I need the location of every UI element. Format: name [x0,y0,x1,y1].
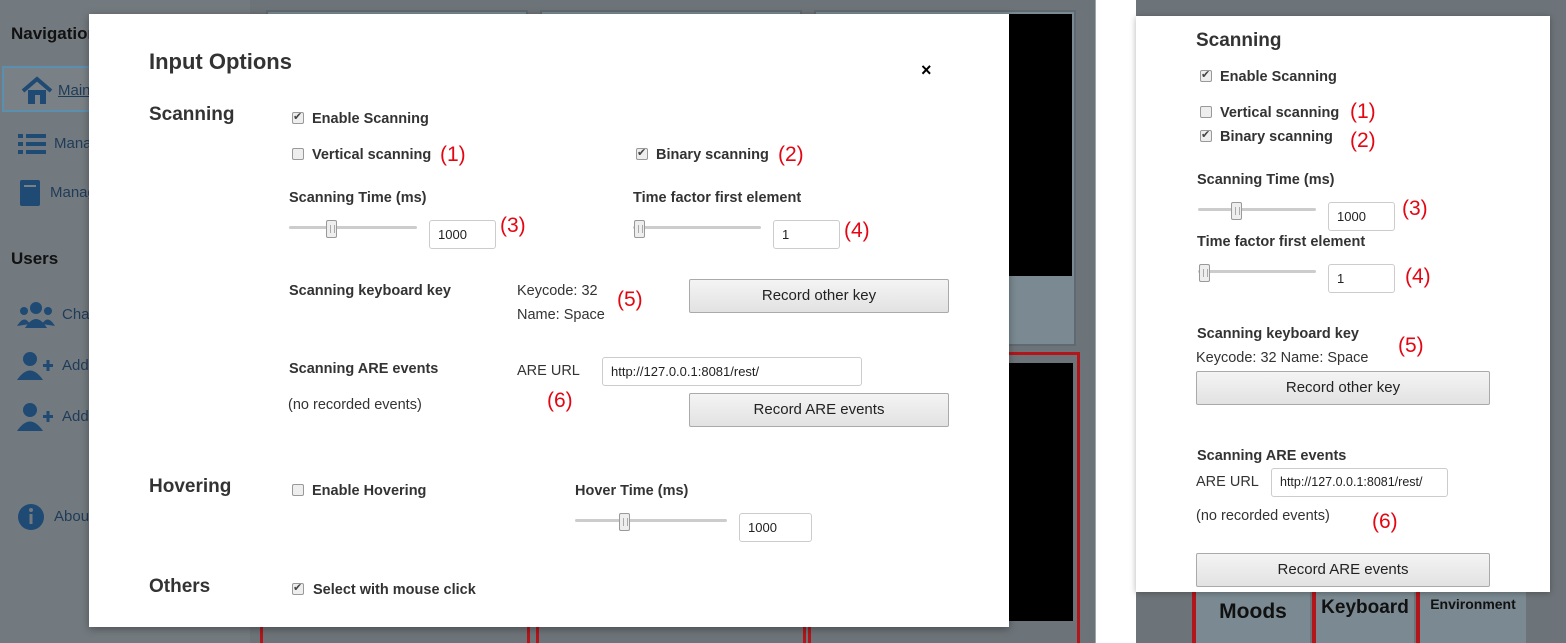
are-url-input[interactable]: http://127.0.0.1:8081/rest/ [602,357,862,386]
select-mouse-click-checkbox[interactable] [292,581,304,595]
mobile-tile-moods[interactable]: Moods [1192,592,1310,643]
scanning-key-label: Scanning keyboard key [289,283,451,299]
binary-scanning-checkbox[interactable] [636,146,648,160]
input-options-dialog: Input Options × Scanning Enable Scanning… [89,14,1009,627]
annotation-4: (4) [844,219,870,242]
desktop-app: Navigation Main Manage Manage Users Add … [0,0,1096,643]
enable-scanning-label: Enable Scanning [312,111,429,127]
mobile-time-factor-slider[interactable] [1198,264,1316,282]
mobile-annotation-5: (5) [1398,334,1424,357]
mobile-scanning-time-slider[interactable] [1198,202,1316,220]
mobile-annotation-6: (6) [1372,510,1398,533]
nav-item-label: About [54,508,94,525]
screenshot-root: Navigation Main Manage Manage Users Add … [0,0,1566,643]
slider-thumb[interactable] [326,220,337,238]
hover-time-slider[interactable] [575,513,727,531]
are-url-label: ARE URL [517,363,580,379]
slider-thumb[interactable] [1231,202,1242,220]
tile-label: Environment [1430,596,1516,612]
close-button[interactable]: × [921,60,932,81]
time-factor-label: Time factor first element [633,190,802,206]
mobile-are-url-input[interactable]: http://127.0.0.1:8081/rest/ [1271,468,1448,497]
tile-label: Keyboard [1321,597,1409,618]
users-icon [17,302,55,328]
mobile-tile-keyboard[interactable]: Keyboard [1312,592,1414,643]
slider-thumb[interactable] [1199,264,1210,282]
slider-thumb[interactable] [619,513,630,531]
dialog-title: Input Options [149,49,292,74]
scanning-time-slider[interactable] [289,220,417,238]
annotation-6: (6) [547,389,573,412]
mobile-binary-scanning-label: Binary scanning [1220,129,1333,145]
enable-hovering-checkbox[interactable] [292,484,304,496]
annotation-1: (1) [440,143,466,166]
nav-item-label: Main [58,82,91,99]
slider-thumb[interactable] [634,220,645,238]
hover-time-input[interactable]: 1000 [739,513,812,542]
mobile-time-factor-input[interactable]: 1 [1328,264,1395,293]
scanning-time-input[interactable]: 1000 [429,220,496,249]
hover-time-label: Hover Time (ms) [575,483,689,499]
keyname-text: Name: Space [517,307,605,323]
mobile-scanning-time-label: Scanning Time (ms) [1197,172,1335,188]
mobile-annotation-1: (1) [1350,100,1376,123]
enable-scanning-checkbox[interactable] [292,110,304,124]
annotation-2: (2) [778,143,804,166]
mobile-time-factor-label: Time factor first element [1197,234,1366,250]
home-icon [21,76,53,104]
mobile-scanning-key-label: Scanning keyboard key [1197,326,1359,342]
select-mouse-click-label: Select with mouse click [313,582,476,598]
binary-scanning-label: Binary scanning [656,147,769,163]
mobile-scanning-title: Scanning [1196,30,1282,51]
annotation-5: (5) [617,288,643,311]
mobile-enable-scanning-label: Enable Scanning [1220,69,1337,85]
mobile-binary-scanning-checkbox[interactable] [1200,128,1212,142]
mobile-enable-scanning-checkbox[interactable] [1200,68,1212,82]
mobile-are-url-label: ARE URL [1196,474,1259,490]
mobile-vertical-scanning-checkbox[interactable] [1200,106,1212,118]
mobile-scanning-are-label: Scanning ARE events [1197,448,1347,464]
add-user-icon [17,403,53,431]
nav-item-label: Add [62,357,89,374]
others-section-title: Others [149,576,211,597]
book-icon [20,180,40,206]
mobile-record-other-key-button[interactable]: Record other key [1196,371,1490,405]
nav-title: Navigation [11,24,98,43]
nav-users-title: Users [11,249,59,268]
mobile-tile-environment[interactable]: Environment [1416,592,1526,643]
mobile-record-are-events-button[interactable]: Record ARE events [1196,553,1490,587]
nav-item-label: Add [62,408,89,425]
mobile-annotation-3: (3) [1402,197,1428,220]
info-icon [18,504,44,530]
add-user-icon [17,352,53,380]
scanning-are-label: Scanning ARE events [289,361,439,377]
mobile-annotation-4: (4) [1405,265,1431,288]
mobile-key-info-text: Keycode: 32 Name: Space [1196,350,1369,366]
time-factor-input[interactable]: 1 [773,220,840,249]
time-factor-slider[interactable] [633,220,761,238]
hovering-section-title: Hovering [149,476,232,497]
record-other-key-button[interactable]: Record other key [689,279,949,313]
mobile-scanning-panel: Scanning Enable Scanning Vertical scanni… [1136,16,1550,592]
no-recorded-events-text: (no recorded events) [288,397,422,413]
mobile-no-recorded-events-text: (no recorded events) [1196,508,1330,524]
mobile-annotation-2: (2) [1350,129,1376,152]
list-icon [18,134,46,154]
annotation-3: (3) [500,214,526,237]
vertical-scanning-label: Vertical scanning [312,147,432,163]
scanning-time-label: Scanning Time (ms) [289,190,427,206]
keycode-text: Keycode: 32 [517,283,598,299]
mobile-vertical-scanning-label: Vertical scanning [1220,105,1340,121]
scanning-section-title: Scanning [149,104,235,125]
record-are-events-button[interactable]: Record ARE events [689,393,949,427]
vertical-scanning-checkbox[interactable] [292,148,304,160]
enable-hovering-label: Enable Hovering [312,483,427,499]
tile-label: Moods [1219,600,1287,623]
mobile-scanning-time-input[interactable]: 1000 [1328,202,1395,231]
